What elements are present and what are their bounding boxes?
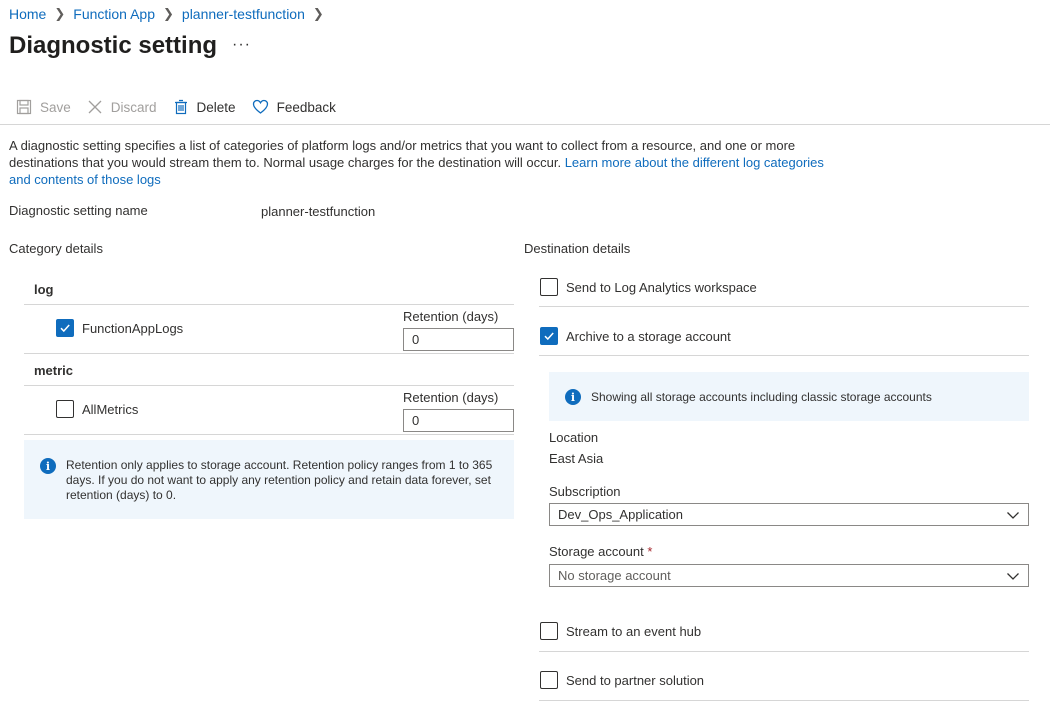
breadcrumb-home[interactable]: Home	[9, 6, 46, 22]
divider	[24, 434, 514, 435]
toolbar-divider	[0, 124, 1050, 125]
page-title: Diagnostic setting	[9, 32, 218, 59]
discard-label: Discard	[110, 99, 157, 115]
event-hub-checkbox[interactable]	[540, 622, 558, 640]
divider	[539, 355, 1029, 356]
heart-icon	[252, 99, 268, 114]
archive-storage-checkbox[interactable]	[540, 327, 558, 345]
chevron-down-icon	[1007, 572, 1019, 580]
event-hub-label: Stream to an event hub	[566, 624, 702, 639]
subscription-dropdown[interactable]: Dev_Ops_Application	[549, 503, 1029, 526]
storage-info-box: i Showing all storage accounts including…	[549, 372, 1029, 421]
storage-account-placeholder: No storage account	[558, 568, 671, 583]
chevron-down-icon	[1007, 511, 1019, 519]
close-icon	[88, 100, 102, 114]
metric-retention-input[interactable]	[403, 409, 514, 432]
retention-info-box: i Retention only applies to storage acco…	[24, 440, 514, 519]
breadcrumb: Home ❯ Function App ❯ planner-testfuncti…	[9, 6, 332, 22]
setting-name-value: planner-testfunction	[261, 204, 376, 219]
storage-info-text: Showing all storage accounts including c…	[591, 390, 932, 404]
trash-icon	[174, 99, 187, 115]
divider	[24, 353, 514, 354]
more-options-button[interactable]: ···	[232, 36, 251, 54]
destination-details-heading: Destination details	[524, 241, 631, 256]
log-retention-input[interactable]	[403, 328, 514, 351]
archive-storage-label: Archive to a storage account	[566, 329, 731, 344]
location-label: Location	[549, 430, 599, 445]
all-metrics-checkbox[interactable]	[56, 400, 74, 418]
breadcrumb-resource[interactable]: planner-testfunction	[182, 6, 305, 22]
log-analytics-label: Send to Log Analytics workspace	[566, 280, 757, 295]
divider	[539, 306, 1029, 307]
chevron-right-icon: ❯	[54, 6, 66, 21]
divider	[539, 700, 1029, 701]
feedback-label: Feedback	[276, 99, 336, 115]
log-analytics-checkbox[interactable]	[540, 278, 558, 296]
info-icon: i	[40, 458, 56, 474]
chevron-right-icon: ❯	[312, 6, 324, 21]
divider	[24, 385, 514, 386]
metric-heading: metric	[34, 363, 74, 378]
category-details-heading: Category details	[9, 241, 103, 256]
setting-name-label: Diagnostic setting name	[9, 203, 148, 218]
command-bar: Save Discard Delete Feedback	[16, 96, 352, 118]
checkmark-icon	[544, 332, 554, 341]
function-app-logs-checkbox[interactable]	[56, 319, 74, 337]
retention-label: Retention (days)	[403, 390, 499, 405]
divider	[24, 304, 514, 305]
function-app-logs-label: FunctionAppLogs	[82, 321, 184, 336]
retention-info-text: Retention only applies to storage accoun…	[66, 458, 493, 502]
description-text: A diagnostic setting specifies a list of…	[9, 137, 829, 188]
storage-account-dropdown[interactable]: No storage account	[549, 564, 1029, 587]
required-marker: *	[647, 544, 653, 559]
chevron-right-icon: ❯	[163, 6, 174, 21]
discard-button[interactable]: Discard	[87, 99, 157, 115]
save-label: Save	[40, 99, 71, 115]
subscription-value: Dev_Ops_Application	[558, 507, 684, 522]
save-icon	[16, 99, 32, 115]
checkmark-icon	[60, 324, 70, 333]
delete-label: Delete	[196, 99, 236, 115]
partner-solution-checkbox[interactable]	[540, 671, 558, 689]
log-heading: log	[34, 282, 54, 297]
storage-account-label: Storage account	[549, 544, 644, 559]
save-button[interactable]: Save	[16, 99, 71, 115]
all-metrics-label: AllMetrics	[82, 402, 139, 417]
retention-label: Retention (days)	[403, 309, 499, 324]
breadcrumb-function-app[interactable]: Function App	[73, 6, 155, 22]
divider	[539, 651, 1029, 652]
info-icon: i	[565, 389, 581, 405]
partner-solution-label: Send to partner solution	[566, 673, 705, 688]
delete-button[interactable]: Delete	[173, 99, 236, 115]
location-value: East Asia	[549, 451, 604, 466]
feedback-button[interactable]: Feedback	[252, 99, 336, 115]
subscription-label: Subscription	[549, 484, 621, 499]
storage-account-label-row: Storage account *	[549, 544, 652, 559]
